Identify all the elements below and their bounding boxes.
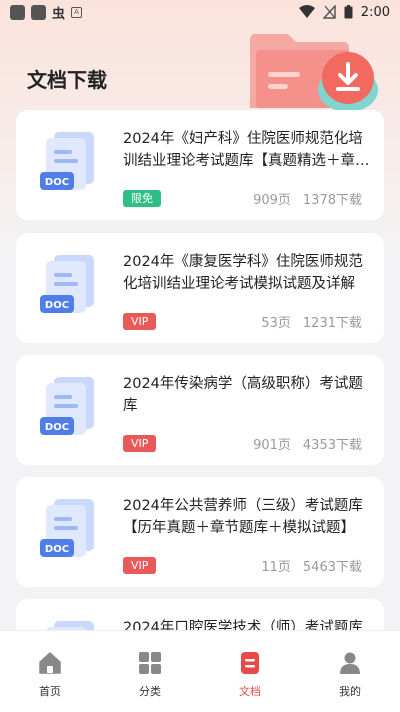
home-icon <box>39 652 61 674</box>
document-meta: 901页 4353下载 <box>253 434 362 453</box>
document-title: 2024年公共营养师（三级）考试题库【历年真题＋章节题库＋模拟试题】 <box>123 498 363 536</box>
battery-icon <box>344 5 353 19</box>
document-meta: 11页 5463下载 <box>261 556 362 575</box>
doc-file-icon: DOC <box>40 132 94 190</box>
tab-label: 首页 <box>39 685 61 698</box>
download-count: 5463下载 <box>302 560 362 575</box>
tab-home[interactable]: 首页 <box>10 651 90 699</box>
user-icon <box>340 652 360 674</box>
notification-icon <box>10 4 25 20</box>
status-right-icons: 2:00 <box>298 4 390 20</box>
document-title: 2024年《康复医学科》住院医师规范化培训结业理论考试模拟试题及详解 <box>123 254 363 292</box>
document-icon <box>241 652 259 674</box>
folder-download-icon <box>250 34 378 112</box>
document-meta: 909页 1378下载 <box>253 189 362 208</box>
keyboard-icon: A <box>71 6 83 18</box>
page-count: 909页 <box>253 193 291 208</box>
vip-badge: VIP <box>123 313 157 330</box>
bottom-tab-bar: 首页 分类 文档 我的 <box>0 630 400 712</box>
svg-text:DOC: DOC <box>45 422 69 433</box>
wifi-icon <box>298 5 315 18</box>
status-left-icons: 虫 A <box>10 3 83 22</box>
doc-file-icon: DOC <box>40 499 94 557</box>
svg-text:DOC: DOC <box>45 300 69 311</box>
svg-text:DOC: DOC <box>45 177 69 188</box>
tab-documents[interactable]: 文档 <box>210 651 290 699</box>
tab-label: 分类 <box>139 685 161 698</box>
signal-icon <box>322 5 336 19</box>
free-badge: 限免 <box>123 190 161 207</box>
page-count: 901页 <box>253 438 291 453</box>
download-count: 1231下载 <box>302 316 362 331</box>
svg-text:DOC: DOC <box>45 544 69 555</box>
vip-badge: VIP <box>123 557 157 574</box>
grid-icon <box>139 652 161 674</box>
tab-label: 文档 <box>239 685 261 698</box>
doc-file-icon: DOC <box>40 255 94 313</box>
page-count: 11页 <box>261 560 291 575</box>
tab-category[interactable]: 分类 <box>110 651 190 699</box>
status-bar: 虫 A 2:00 <box>0 0 400 24</box>
vip-badge: VIP <box>123 435 157 452</box>
tab-label: 我的 <box>339 685 361 698</box>
document-title: 2024年传染病学（高级职称）考试题库 <box>123 376 363 414</box>
document-title: 2024年《妇产科》住院医师规范化培训结业理论考试题库【真题精选＋章节题库＋模拟… <box>123 131 370 169</box>
download-count: 4353下载 <box>302 438 362 453</box>
status-time: 2:00 <box>360 4 390 20</box>
download-count: 1378下载 <box>302 193 362 208</box>
app-notification-icon: 虫 <box>52 6 66 22</box>
page-count: 53页 <box>261 316 291 331</box>
document-card[interactable]: DOC 2024年《康复医学科》住院医师规范化培训结业理论考试模拟试题及详解 V… <box>16 233 384 343</box>
document-card[interactable]: DOC 2024年传染病学（高级职称）考试题库 VIP 901页 4353下载 <box>16 355 384 465</box>
document-card[interactable]: DOC 2024年公共营养师（三级）考试题库【历年真题＋章节题库＋模拟试题】 V… <box>16 477 384 587</box>
document-meta: 53页 1231下载 <box>261 312 362 331</box>
doc-file-icon: DOC <box>40 377 94 435</box>
page-title: 文档下载 <box>27 68 107 92</box>
document-card[interactable]: DOC 2024年《妇产科》住院医师规范化培训结业理论考试题库【真题精选＋章节题… <box>16 110 384 220</box>
tab-profile[interactable]: 我的 <box>310 651 390 699</box>
notification-icon <box>31 4 46 20</box>
